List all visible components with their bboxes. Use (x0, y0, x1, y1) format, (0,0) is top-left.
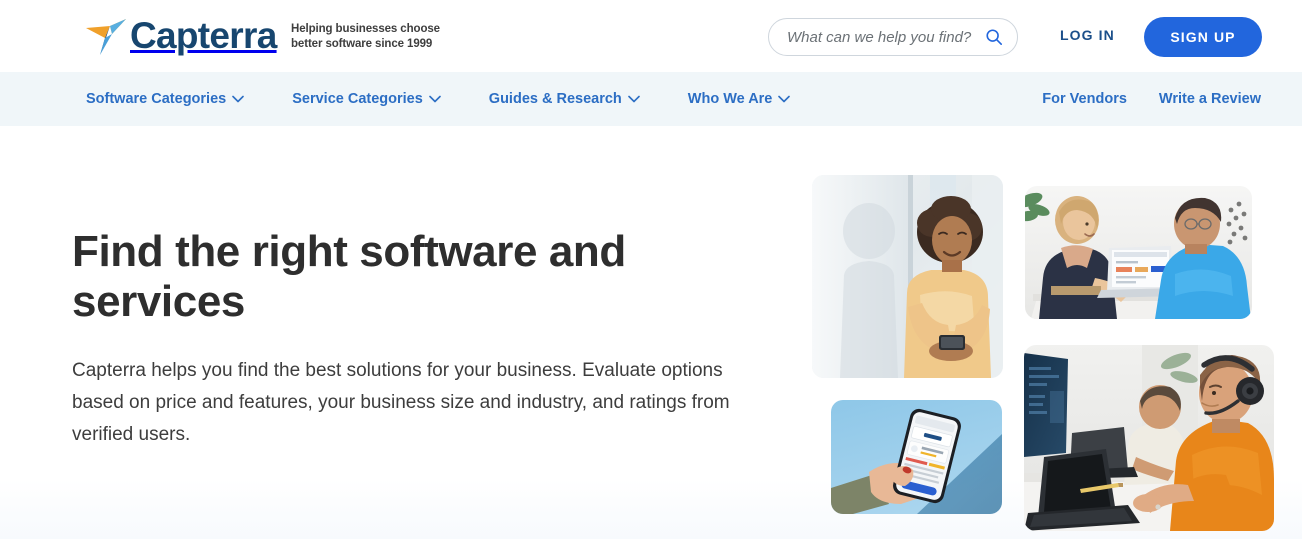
header-search-input[interactable] (785, 27, 981, 47)
site-header: Capterra Helping businesses choose bette… (0, 0, 1302, 72)
nav-item-service-categories[interactable]: Service Categories (292, 91, 441, 107)
chevron-down-icon (627, 95, 640, 103)
nav-item-who-we-are[interactable]: Who We Are (688, 91, 791, 107)
brand-tagline-line2: better software since 1999 (291, 38, 433, 50)
photo-two-laptop (1025, 186, 1252, 319)
nav-secondary-links: For Vendors Write a Review (1010, 72, 1261, 126)
nav-label: Service Categories (292, 91, 423, 107)
hero-bottom-gradient (0, 479, 1302, 539)
brand-tagline: Helping businesses choose better softwar… (291, 22, 440, 52)
capterra-homepage: Capterra Helping businesses choose bette… (0, 0, 1302, 539)
nav-item-software-categories[interactable]: Software Categories (86, 91, 245, 107)
chevron-down-icon (232, 95, 245, 103)
nav-label: Write a Review (1158, 91, 1261, 107)
hero-subtitle: Capterra helps you find the best solutio… (72, 360, 730, 445)
capterra-logo-icon (86, 19, 126, 55)
capterra-logo[interactable]: Capterra (84, 13, 277, 57)
chevron-down-icon (778, 95, 791, 103)
nav-item-write-a-review[interactable]: Write a Review (1159, 91, 1261, 107)
signup-button[interactable]: SIGN UP (1144, 17, 1262, 57)
main-navigation: Software Categories Service Categories G… (0, 72, 1302, 126)
search-icon[interactable] (985, 28, 1003, 46)
capterra-wordmark: Capterra (130, 14, 277, 56)
page-title: Find the right software and services (72, 227, 626, 326)
nav-primary-links: Software Categories Service Categories G… (86, 72, 838, 126)
login-link[interactable]: LOG IN (1060, 27, 1115, 43)
nav-label: For Vendors (1042, 91, 1127, 107)
nav-label: Guides & Research (488, 91, 622, 107)
photo-woman-phone (812, 175, 1003, 378)
nav-item-for-vendors[interactable]: For Vendors (1042, 91, 1127, 107)
hero-copy: Find the right software and services Cap… (72, 227, 782, 451)
header-search-box[interactable] (768, 18, 1018, 56)
chevron-down-icon (428, 95, 441, 103)
nav-label: Software Categories (86, 91, 227, 107)
hero-section: Find the right software and services Cap… (0, 126, 1302, 539)
nav-item-guides-research[interactable]: Guides & Research (489, 91, 640, 107)
nav-label: Who We Are (687, 91, 773, 107)
brand-tagline-line1: Helping businesses choose (291, 23, 440, 35)
